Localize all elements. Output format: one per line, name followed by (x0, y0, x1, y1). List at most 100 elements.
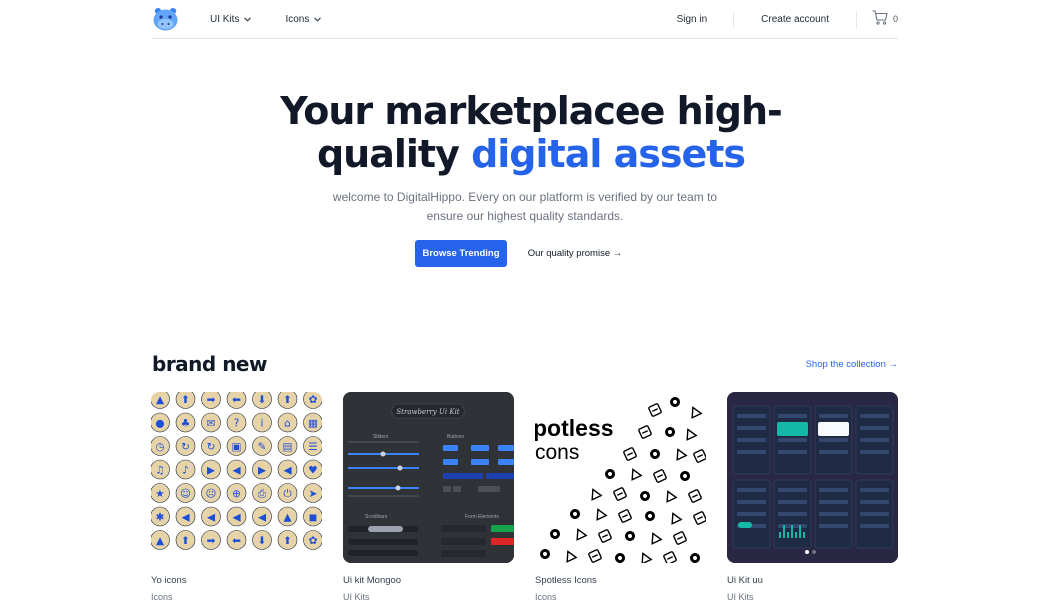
hero-title-accent: digital assets (471, 132, 746, 176)
icon-tile: ♣ (175, 412, 196, 433)
icon-tile: ▶ (201, 459, 221, 480)
svg-text:⬆: ⬆ (181, 535, 190, 547)
svg-text:⬅: ⬅ (232, 394, 241, 406)
svg-text:⏻: ⏻ (283, 488, 292, 500)
svg-text:◷: ◷ (155, 441, 164, 453)
product-thumbnail[interactable]: ▲ ⬆ ➡ ⬅ ⬇ ⬆ ✿ ● ♣ ✉? i ⌂ ▦ ◷ ↻ ↻ ▣ ✎ ▤ ☰ ♫ ♪ ▶ ◀ ▶ ◀ ♥ ★ ☺ ☹ ⊕ ⎙ ⏻ ➤ ✱ ◀ ◀ ◀ ◀… (151, 392, 322, 563)
icon-tile: ✿ (303, 392, 322, 409)
icon-tile: ⌂ (277, 412, 298, 433)
phone-screen (814, 405, 853, 475)
spotless-icons-preview: potless cons (535, 397, 706, 563)
product-card[interactable]: potless cons Spotless Icons Icons (535, 392, 706, 602)
product-name: Spotless Icons (535, 575, 597, 586)
nav-actions: Sign in Create account 0 (677, 10, 898, 28)
line-icon (676, 448, 688, 461)
chevron-down-icon (244, 14, 252, 25)
svg-text:✱: ✱ (156, 511, 165, 523)
svg-text:⎙: ⎙ (258, 488, 267, 500)
icon-tile: ⬇ (252, 530, 272, 550)
icon-tile: ◀ (252, 506, 272, 527)
line-icon (588, 549, 602, 563)
menu-ui-kits[interactable]: UI Kits (210, 13, 252, 25)
icon-tile: ⬅ (226, 392, 247, 409)
line-icon (673, 531, 687, 545)
icon-tile: ♫ (151, 459, 170, 480)
icon-tile: ▦ (303, 412, 322, 433)
svg-text:↻: ↻ (207, 441, 216, 453)
ui-kit-label-form: Form Elements (465, 514, 499, 520)
icon-tile: ⎙ (252, 483, 272, 503)
svg-text:⬆: ⬆ (283, 535, 292, 547)
icon-tile: ✎ (252, 436, 272, 456)
svg-text:●: ● (155, 417, 164, 429)
svg-text:◀: ◀ (232, 464, 241, 476)
menu-label: UI Kits (210, 13, 240, 25)
hippo-logo-icon[interactable] (152, 6, 179, 33)
icon-tile: ? (226, 412, 247, 433)
icon-tile: ⬆ (175, 392, 196, 409)
line-icon (596, 508, 608, 521)
menu-label: Icons (285, 13, 310, 25)
icon-tile: ▤ (277, 436, 298, 456)
product-category: UI Kits (343, 592, 370, 602)
svg-text:✿: ✿ (309, 394, 318, 406)
icon-tile: ⊕ (226, 483, 247, 503)
menu-icons[interactable]: Icons (285, 13, 322, 25)
hero-title-line2: quality digital assets (0, 133, 1062, 176)
product-category: Icons (151, 592, 173, 602)
product-thumbnail[interactable]: potless cons (535, 392, 706, 563)
product-thumbnail[interactable] (727, 392, 898, 563)
icon-tile: ◀ (226, 506, 247, 527)
icon-tile: ● (151, 412, 170, 433)
product-category: UI Kits (727, 592, 754, 602)
icon-tile: ☰ (303, 436, 322, 456)
icon-tile: ⬆ (277, 392, 298, 409)
icon-tile: ⏻ (277, 483, 298, 503)
line-icon (618, 509, 632, 523)
icon-tile: ▣ (226, 436, 247, 456)
icon-tile: ➤ (303, 483, 322, 503)
line-icon (690, 553, 700, 563)
product-thumbnail[interactable]: Strawberry Ui Kit Sliders Buttons Scroll… (343, 392, 514, 563)
line-icon (666, 490, 678, 503)
icon-tile: ⬆ (277, 530, 298, 550)
phone-screen (732, 405, 771, 475)
create-account-link[interactable]: Create account (761, 14, 829, 25)
quality-promise-button[interactable]: Our quality promise → (520, 240, 630, 267)
icon-tile: ◼ (303, 506, 322, 527)
product-card[interactable]: Ui Kit uu UI Kits (727, 392, 898, 602)
svg-text:▲: ▲ (156, 394, 165, 406)
svg-text:◀: ◀ (207, 511, 216, 523)
svg-text:↻: ↻ (181, 441, 190, 453)
phone-screen (773, 405, 812, 475)
icon-tile: ★ (151, 483, 170, 503)
shop-collection-link[interactable]: Shop the collection → (806, 359, 898, 370)
sign-in-link[interactable]: Sign in (677, 14, 708, 25)
product-name: Yo icons (151, 575, 187, 586)
svg-text:✎: ✎ (258, 441, 267, 453)
icon-tile: ⬅ (226, 530, 247, 550)
icon-tile: ✿ (303, 530, 322, 550)
phone-screen (855, 405, 894, 475)
icon-tile: ◷ (151, 436, 170, 456)
line-icon (693, 511, 706, 525)
browse-trending-button[interactable]: Browse Trending (415, 240, 507, 267)
line-icon (651, 532, 663, 545)
svg-text:▲: ▲ (283, 511, 292, 523)
svg-text:◀: ◀ (283, 464, 292, 476)
product-card[interactable]: ▲ ⬆ ➡ ⬅ ⬇ ⬆ ✿ ● ♣ ✉? i ⌂ ▦ ◷ ↻ ↻ ▣ ✎ ▤ ☰ ♫ ♪ ▶ ◀ ▶ ◀ ♥ ★ ☺ ☹ ⊕ ⎙ ⏻ ➤ ✱ ◀ ◀ ◀ ◀… (151, 392, 322, 602)
svg-text:★: ★ (155, 488, 164, 500)
line-icon (631, 468, 643, 481)
cart-button[interactable]: 0 (872, 10, 898, 28)
svg-text:♣: ♣ (181, 417, 190, 429)
svg-text:▲: ▲ (156, 535, 165, 547)
line-icon (605, 469, 615, 479)
svg-text:▦: ▦ (308, 417, 318, 429)
line-icon (663, 551, 677, 563)
line-icon (640, 491, 650, 501)
product-card[interactable]: Strawberry Ui Kit Sliders Buttons Scroll… (343, 392, 514, 602)
hero-title: Your marketplacee high- quality digital … (0, 90, 1062, 176)
icon-tile: ☺ (175, 483, 196, 503)
product-category: Icons (535, 592, 557, 602)
icon-tile: ✱ (151, 506, 170, 527)
